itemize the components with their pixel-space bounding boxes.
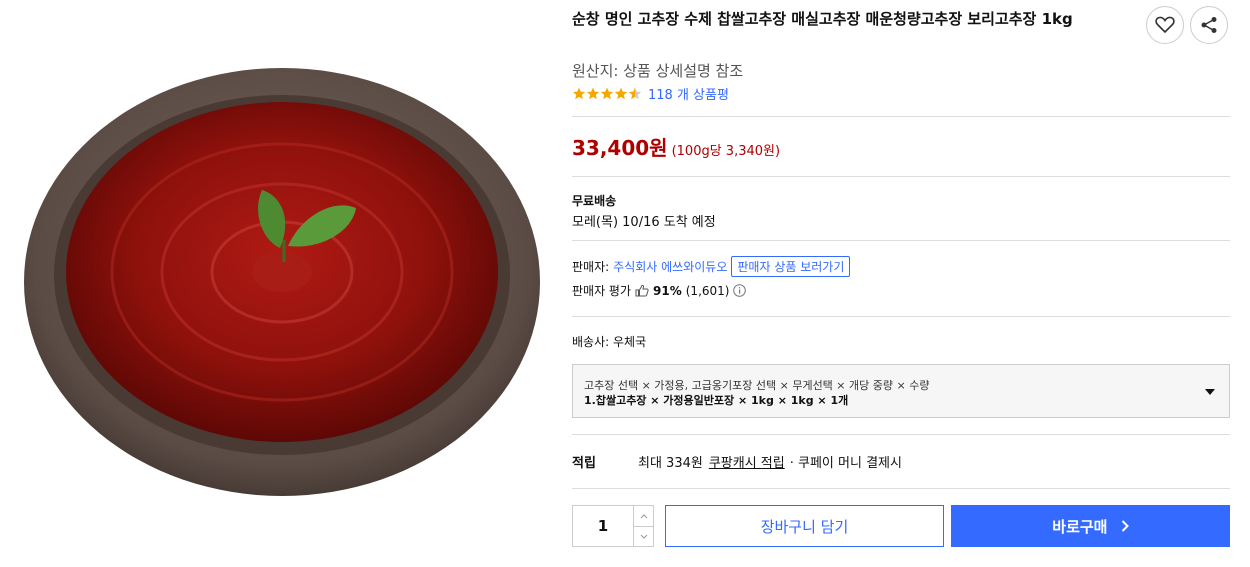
reward-amount: 최대 334원 bbox=[638, 456, 703, 471]
option-selected-value: 1.찹쌀고추장 × 가정용일반포장 × 1kg × 1kg × 1개 bbox=[584, 394, 849, 407]
product-photo bbox=[24, 68, 540, 496]
quantity-input[interactable]: 1 bbox=[573, 506, 633, 546]
share-icon bbox=[1201, 17, 1217, 33]
divider bbox=[572, 240, 1230, 241]
quantity-increase-button[interactable] bbox=[633, 506, 654, 527]
seller-rating-row: 판매자 평가 91% (1,601) bbox=[572, 282, 747, 299]
divider bbox=[572, 316, 1230, 317]
review-count-link[interactable]: 118 개 상품평 bbox=[648, 84, 729, 103]
caret-down-icon bbox=[1205, 389, 1215, 395]
chevron-right-icon bbox=[1121, 519, 1129, 532]
courier-label: 배송사: bbox=[572, 335, 610, 349]
reward-note: · 쿠페이 머니 결제시 bbox=[789, 456, 902, 471]
star-icon bbox=[586, 87, 600, 99]
product-title: 순창 명인 고추장 수제 찹쌀고추장 매실고추장 매운청량고추장 보리고추장 1… bbox=[572, 10, 1073, 28]
seller-rating-percent: 91% bbox=[653, 283, 682, 298]
chevron-up-icon bbox=[640, 513, 648, 518]
price-block: 33,400원 (100g당 3,340원) bbox=[572, 132, 780, 161]
chevron-down-icon bbox=[640, 534, 648, 539]
star-rating-icon bbox=[572, 87, 642, 99]
share-button[interactable] bbox=[1190, 6, 1228, 44]
unit-price: (100g당 3,340원) bbox=[671, 144, 781, 159]
courier-row: 배송사: 우체국 bbox=[572, 333, 646, 350]
seller-label: 판매자: bbox=[572, 260, 610, 274]
reward-row: 적립 최대 334원 쿠팡캐시 적립 · 쿠페이 머니 결제시 bbox=[572, 452, 902, 471]
seller-products-button[interactable]: 판매자 상품 보러가기 bbox=[731, 256, 851, 277]
quantity-decrease-button[interactable] bbox=[633, 526, 654, 546]
divider bbox=[572, 434, 1230, 435]
buy-now-label: 바로구매 bbox=[1052, 517, 1108, 536]
seller-name-link[interactable]: 주식회사 에쓰와이듀오 bbox=[613, 258, 727, 275]
seller-rating-count: (1,601) bbox=[685, 283, 730, 298]
star-icon bbox=[628, 87, 642, 99]
thumbs-up-icon bbox=[635, 284, 649, 297]
sale-price: 33,400원 bbox=[572, 136, 668, 160]
heart-icon bbox=[1155, 16, 1175, 34]
star-icon bbox=[600, 87, 614, 99]
product-info: 순창 명인 고추장 수제 찹쌀고추장 매실고추장 매운청량고추장 보리고추장 1… bbox=[572, 0, 1230, 563]
seller-row: 판매자: 주식회사 에쓰와이듀오 판매자 상품 보러가기 bbox=[572, 256, 851, 277]
divider bbox=[572, 176, 1230, 177]
seller-rating-label: 판매자 평가 bbox=[572, 284, 632, 298]
option-headers: 고추장 선택 × 가정용, 고급옹기포장 선택 × 무게선택 × 개당 중량 ×… bbox=[584, 379, 930, 392]
product-image bbox=[0, 0, 545, 563]
quantity-stepper[interactable]: 1 bbox=[572, 505, 654, 547]
product-rating[interactable]: 118 개 상품평 bbox=[572, 84, 729, 103]
origin-info: 원산지: 상품 상세설명 참조 bbox=[572, 62, 744, 80]
info-icon[interactable] bbox=[733, 284, 747, 297]
option-selector[interactable]: 고추장 선택 × 가정용, 고급옹기포장 선택 × 무게선택 × 개당 중량 ×… bbox=[572, 364, 1230, 418]
free-shipping-label: 무료배송 bbox=[572, 194, 617, 208]
arrival-estimate: 모레(목) 10/16 도착 예정 bbox=[572, 215, 716, 230]
reward-label: 적립 bbox=[572, 456, 596, 471]
divider bbox=[572, 488, 1230, 489]
star-icon bbox=[572, 87, 586, 99]
buy-now-button[interactable]: 바로구매 bbox=[951, 505, 1230, 547]
courier-name: 우체국 bbox=[613, 335, 647, 349]
star-icon bbox=[614, 87, 628, 99]
wishlist-button[interactable] bbox=[1146, 6, 1184, 44]
divider bbox=[572, 116, 1230, 117]
add-to-cart-button[interactable]: 장바구니 담기 bbox=[665, 505, 944, 547]
coupang-cash-link[interactable]: 쿠팡캐시 적립 bbox=[709, 452, 785, 471]
